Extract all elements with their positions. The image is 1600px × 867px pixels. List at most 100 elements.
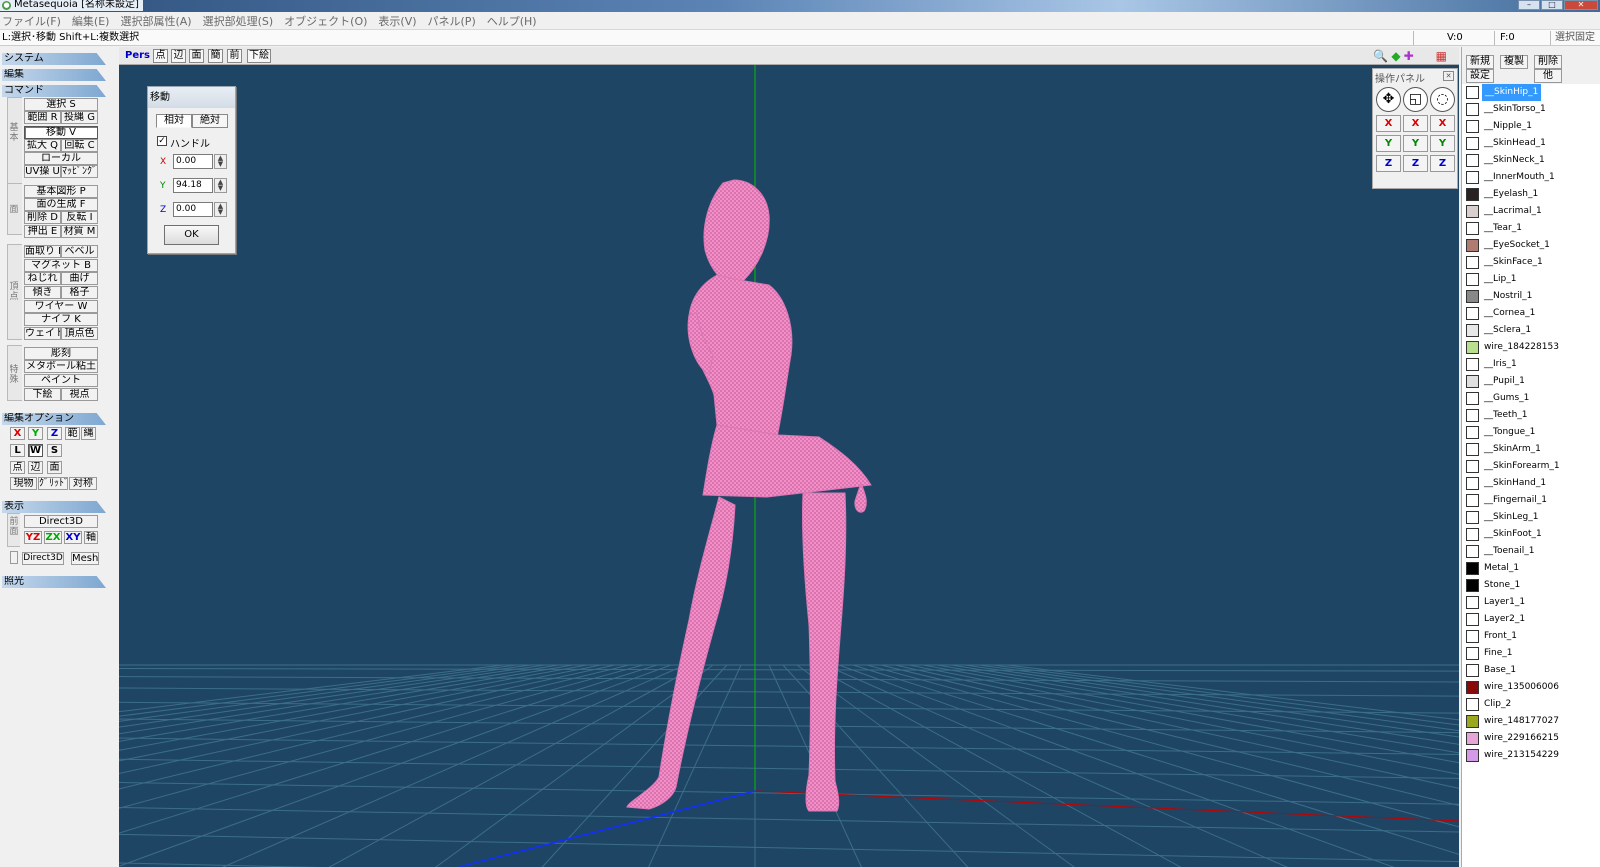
uv-button[interactable]: UV操 U (24, 165, 61, 178)
object-row[interactable]: __Cornea_1 (1462, 305, 1600, 322)
section-lighting[interactable]: 照光 (2, 576, 106, 588)
menu-selection-attr[interactable]: 選択部属性(A) (120, 13, 191, 29)
op-x-button-1[interactable]: X (1376, 115, 1401, 132)
wire-button[interactable]: ワイヤー W (24, 300, 98, 313)
object-row[interactable]: Fine_1 (1462, 645, 1600, 662)
object-row[interactable]: __Sclera_1 (1462, 322, 1600, 339)
object-row[interactable]: __Iris_1 (1462, 356, 1600, 373)
object-row[interactable]: wire_184228153 (1462, 339, 1600, 356)
object-color-swatch[interactable] (1466, 443, 1479, 456)
object-color-swatch[interactable] (1466, 188, 1479, 201)
object-row[interactable]: __SkinForearm_1 (1462, 458, 1600, 475)
object-row[interactable]: Base_1 (1462, 662, 1600, 679)
view-simple-button[interactable]: 簡 (208, 49, 223, 63)
object-row[interactable]: __Tear_1 (1462, 220, 1600, 237)
object-row[interactable]: __SkinArm_1 (1462, 441, 1600, 458)
weight-button[interactable]: ウェイト (24, 327, 61, 340)
point-toggle[interactable]: 点 (10, 461, 25, 474)
object-row[interactable]: wire_148177027 (1462, 713, 1600, 730)
object-color-swatch[interactable] (1466, 528, 1479, 541)
object-row[interactable]: __SkinNeck_1 (1462, 152, 1600, 169)
op-y-button-2[interactable]: Y (1403, 135, 1428, 152)
object-color-swatch[interactable] (1466, 426, 1479, 439)
lattice-button[interactable]: 格子 (61, 286, 98, 299)
section-system[interactable]: システム (2, 53, 106, 65)
object-color-swatch[interactable] (1466, 664, 1479, 677)
object-row[interactable]: __Lacrimal_1 (1462, 203, 1600, 220)
section-edit-option[interactable]: 編集オプション (2, 413, 106, 425)
object-color-swatch[interactable] (1466, 341, 1479, 354)
handle-checkbox[interactable]: ✓ (157, 136, 167, 146)
axis-y-toggle[interactable]: Y (28, 427, 43, 440)
rotate-button[interactable]: 回転 C (61, 139, 98, 152)
scale-gizmo-icon[interactable]: ◱ (1403, 87, 1428, 112)
object-row[interactable]: Metal_1 (1462, 560, 1600, 577)
menu-object[interactable]: オブジェクト(O) (284, 13, 367, 29)
y-input[interactable]: 94.18 (173, 178, 213, 193)
magnet-button[interactable]: マグネット B (24, 259, 98, 272)
view-underlay-button[interactable]: 下絵 (247, 49, 271, 63)
menu-help[interactable]: ヘルプ(H) (487, 13, 537, 29)
move-button[interactable]: 移動 V (24, 126, 98, 139)
new-object-button[interactable]: 新規 (1466, 55, 1494, 69)
object-row[interactable]: __Nostril_1 (1462, 288, 1600, 305)
local-toggle[interactable]: L (10, 444, 25, 457)
op-y-button-1[interactable]: Y (1376, 135, 1401, 152)
color-icon[interactable]: ▦ (1436, 49, 1447, 63)
object-color-swatch[interactable] (1466, 630, 1479, 643)
view-front-button[interactable]: 前 (227, 49, 242, 63)
op-z-button-3[interactable]: Z (1430, 155, 1455, 172)
menu-file[interactable]: ファイル(F) (2, 13, 61, 29)
op-y-button-3[interactable]: Y (1430, 135, 1455, 152)
object-color-swatch[interactable] (1466, 86, 1479, 99)
object-row[interactable]: __Eyelash_1 (1462, 186, 1600, 203)
move-gizmo-icon[interactable]: ✥ (1376, 87, 1401, 112)
select-button[interactable]: 選択 S (24, 98, 98, 111)
underlay-button[interactable]: 下絵 (24, 388, 61, 401)
object-row[interactable]: __Pupil_1 (1462, 373, 1600, 390)
object-settings-button[interactable]: 設定 (1466, 69, 1494, 83)
object-row[interactable]: Front_1 (1462, 628, 1600, 645)
rotate-gizmo-icon[interactable]: ◌ (1430, 87, 1455, 112)
object-color-swatch[interactable] (1466, 715, 1479, 728)
view-face-button[interactable]: 面 (189, 49, 204, 63)
lasso-button[interactable]: 投縄 G (61, 111, 98, 124)
op-z-button-1[interactable]: Z (1376, 155, 1401, 172)
primitive-button[interactable]: 基本図形 P (24, 185, 98, 198)
object-color-swatch[interactable] (1466, 273, 1479, 286)
scene-canvas[interactable] (119, 65, 1459, 867)
object-color-swatch[interactable] (1466, 732, 1479, 745)
duplicate-object-button[interactable]: 複製 (1500, 55, 1528, 69)
object-row[interactable]: wire_135006006 (1462, 679, 1600, 696)
object-color-swatch[interactable] (1466, 375, 1479, 388)
3d-viewport[interactable]: Pers 点 辺 面 簡 前 下絵 🔍 ◆ ✚ ▦ (119, 47, 1459, 867)
object-color-swatch[interactable] (1466, 154, 1479, 167)
object-color-swatch[interactable] (1466, 392, 1479, 405)
range-button[interactable]: 範囲 R (24, 111, 61, 124)
section-edit[interactable]: 編集 (2, 69, 106, 81)
object-other-button[interactable]: 他 (1534, 69, 1562, 83)
delete-button[interactable]: 削除 D (24, 211, 61, 224)
object-row[interactable]: Layer1_1 (1462, 594, 1600, 611)
object-color-swatch[interactable] (1466, 120, 1479, 133)
object-color-swatch[interactable] (1466, 460, 1479, 473)
close-button[interactable]: ✕ (1564, 0, 1598, 10)
section-display[interactable]: 表示 (2, 501, 106, 513)
object-row[interactable]: __SkinHand_1 (1462, 475, 1600, 492)
chamfer-button[interactable]: 面取り H (24, 245, 61, 258)
object-color-swatch[interactable] (1466, 239, 1479, 252)
op-x-button-3[interactable]: X (1430, 115, 1455, 132)
axis-z-toggle[interactable]: Z (47, 427, 62, 440)
object-color-swatch[interactable] (1466, 307, 1479, 320)
object-color-swatch[interactable] (1466, 358, 1479, 371)
menu-edit[interactable]: 編集(E) (72, 13, 110, 29)
dialog-title[interactable]: 移動 (148, 87, 235, 108)
tab-relative[interactable]: 相対 (156, 114, 192, 128)
object-row[interactable]: __Lip_1 (1462, 271, 1600, 288)
object-row[interactable]: Clip_2 (1462, 696, 1600, 713)
object-row[interactable]: __Tongue_1 (1462, 424, 1600, 441)
object-row[interactable]: Layer2_1 (1462, 611, 1600, 628)
extrude-button[interactable]: 押出 E (24, 225, 61, 238)
maximize-button[interactable]: □ (1541, 0, 1563, 10)
mesh-button[interactable]: Mesh (71, 552, 99, 565)
